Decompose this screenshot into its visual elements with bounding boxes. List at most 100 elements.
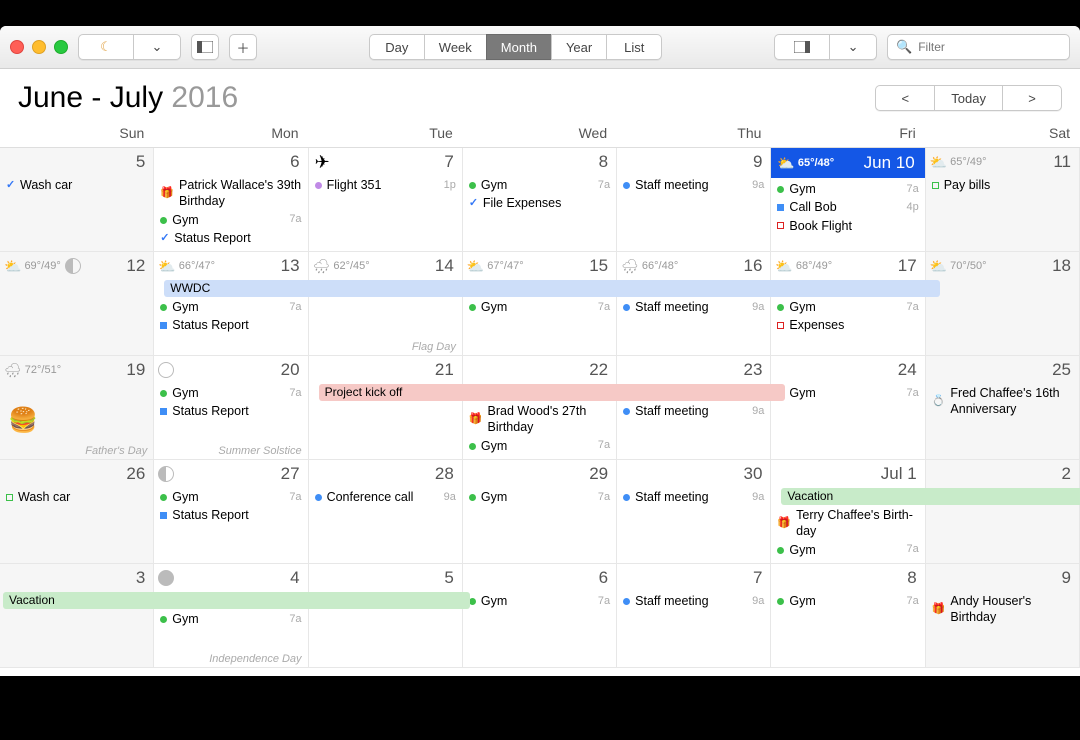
event[interactable]: 🎁Terry Chaffee's Birth­day [775,506,920,541]
event[interactable]: Staff meeting9a [621,298,766,316]
event[interactable]: Wash car [4,488,149,506]
event[interactable]: Gym7a [775,384,920,402]
day-cell[interactable]: 29Gym7a [463,460,617,564]
event[interactable]: Gym7a [158,298,303,316]
multi-day-event[interactable]: WWDC [164,280,939,297]
event[interactable]: Gym7a [467,592,612,610]
day-cell[interactable]: 26Wash car [0,460,154,564]
moon-menu-button[interactable]: ⌄ [133,34,181,60]
day-cell[interactable]: 2 [926,460,1080,564]
zoom-icon[interactable] [54,40,68,54]
event[interactable]: Gym7a [467,298,612,316]
day-cell[interactable]: 7✈Flight 3511p [309,148,463,252]
event[interactable]: 🎁Brad Wood's 27th Birthday [467,402,612,437]
view-tab-list[interactable]: List [606,34,662,60]
day-cell[interactable]: 3 [0,564,154,668]
view-tab-year[interactable]: Year [551,34,606,60]
today-button[interactable]: Today [934,85,1002,111]
next-button[interactable]: > [1002,85,1062,111]
day-cell[interactable]: 8Gym7a✓File Expenses [463,148,617,252]
day-cell[interactable]: ⛅ 68°/49°17Gym7aExpenses [771,252,925,356]
event[interactable]: Gym7a [158,610,303,628]
day-cell[interactable]: 21 [309,356,463,460]
multi-day-event[interactable]: Vacation [3,592,470,609]
multi-day-event[interactable]: Vacation [781,488,1080,505]
day-cell[interactable]: ⛅ 67°/47°15Gym7a [463,252,617,356]
day-cell[interactable]: 8Gym7a [771,564,925,668]
day-cell[interactable]: 9Staff meeting9a [617,148,771,252]
day-cell[interactable]: 4Gym7aIndependence Day [154,564,308,668]
day-cell[interactable]: 7Staff meeting9a [617,564,771,668]
event[interactable]: Staff meeting9a [621,176,766,194]
view-tab-day[interactable]: Day [369,34,424,60]
event[interactable]: ✓File Expenses [467,194,612,212]
day-cell[interactable]: 23Staff meeting9a [617,356,771,460]
event[interactable]: Gym7a [467,488,612,506]
event[interactable]: Gym7a [158,211,303,229]
event[interactable]: Call Bob4p [775,198,920,216]
event[interactable]: 🎁Patrick Wallace's 39th Birthday [158,176,303,211]
event-time: 7a [287,212,301,226]
day-cell[interactable]: 30Staff meeting9a [617,460,771,564]
event[interactable]: Expenses [775,316,920,334]
day-cell[interactable]: 6🎁Patrick Wallace's 39th BirthdayGym7a✓S… [154,148,308,252]
event[interactable]: Staff meeting9a [621,488,766,506]
day-cell[interactable]: ⛅ 65°/49°11Pay bills [926,148,1080,252]
event[interactable]: Status Report [158,316,303,334]
view-tab-week[interactable]: Week [424,34,486,60]
day-cell[interactable]: 24Gym7a [771,356,925,460]
checkbox-icon [160,512,167,519]
day-cell[interactable]: 25💍Fred Chaffee's 16th Anniversary [926,356,1080,460]
day-cell[interactable]: 5 [309,564,463,668]
close-icon[interactable] [10,40,24,54]
view-tab-month[interactable]: Month [486,34,551,60]
event-title: Gym [789,385,899,401]
event[interactable]: Gym7a [775,541,920,559]
event[interactable]: Gym7a [775,180,920,198]
event[interactable]: ✓Status Report [158,229,303,247]
day-cell[interactable]: 28Conference call9a [309,460,463,564]
event[interactable]: Staff meeting9a [621,402,766,420]
moon-button[interactable]: ☾ [78,34,133,60]
search-input[interactable] [916,39,1061,55]
day-cell[interactable]: 🌧 62°/45°14Flag Day [309,252,463,356]
event[interactable]: Gym7a [158,488,303,506]
day-cell[interactable]: 6Gym7a [463,564,617,668]
panel-menu-button[interactable]: ⌄ [829,34,877,60]
event[interactable]: Book Flight [775,217,920,235]
event[interactable]: Status Report [158,402,303,420]
event[interactable]: Status Report [158,506,303,524]
day-cell[interactable]: ⛅ 70°/50°18 [926,252,1080,356]
prev-button[interactable]: < [875,85,934,111]
event[interactable]: Gym7a [775,592,920,610]
event[interactable]: Flight 3511p [313,176,458,194]
multi-day-event[interactable]: Project kick off [319,384,786,401]
day-cell[interactable]: 27Gym7aStatus Report [154,460,308,564]
event[interactable]: Gym7a [158,384,303,402]
event-time: 9a [750,178,764,192]
event[interactable]: Pay bills [930,176,1075,194]
day-cell[interactable]: 5✓Wash car [0,148,154,252]
panel-toggle-button[interactable] [774,34,829,60]
sidebar-toggle-button[interactable] [191,34,219,60]
event[interactable]: Gym7a [467,437,612,455]
event[interactable]: Staff meeting9a [621,592,766,610]
minimize-icon[interactable] [32,40,46,54]
day-cell[interactable]: 🌧 72°/51°19🍔Father's Day [0,356,154,460]
search-field[interactable]: 🔍 [887,34,1070,60]
day-cell[interactable]: ⛅ 69°/49°12 [0,252,154,356]
day-cell[interactable]: Jul 1🎁Terry Chaffee's Birth­dayGym7a [771,460,925,564]
event[interactable]: Conference call9a [313,488,458,506]
day-cell[interactable]: ⛅ 65°/48°Jun 10Gym7aCall Bob4pBook Fligh… [771,148,925,252]
day-cell[interactable]: ⛅ 66°/47°13Gym7aStatus Report [154,252,308,356]
add-event-button[interactable]: ＋ [229,34,257,60]
day-cell[interactable]: 9🎁Andy Houser's Birthday [926,564,1080,668]
event[interactable]: Gym7a [467,176,612,194]
event[interactable]: Gym7a [775,298,920,316]
day-cell[interactable]: 20Gym7aStatus ReportSummer Solstice [154,356,308,460]
event[interactable]: ✓Wash car [4,176,149,194]
event[interactable]: 🎁Andy Houser's Birthday [930,592,1075,627]
day-cell[interactable]: 22🎁Brad Wood's 27th BirthdayGym7a [463,356,617,460]
day-cell[interactable]: 🌧 66°/48°16Staff meeting9a [617,252,771,356]
event[interactable]: 💍Fred Chaffee's 16th Anniversary [930,384,1075,419]
